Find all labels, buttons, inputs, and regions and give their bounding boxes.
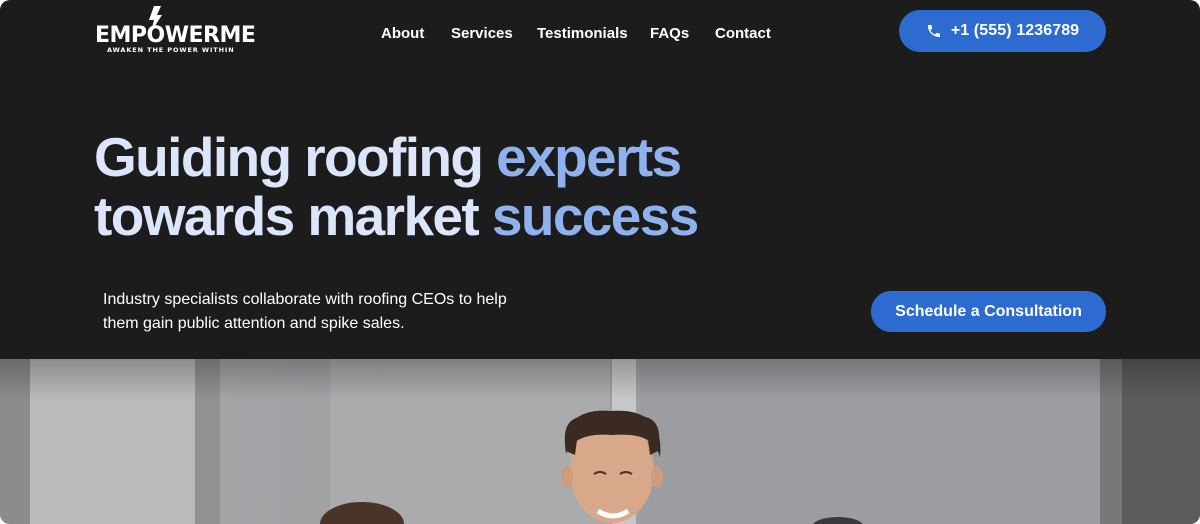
hero-title: Guiding roofing experts towards market s… — [94, 128, 854, 246]
hero-title-text: towards market — [94, 185, 492, 247]
logo-tagline: AWAKEN THE POWER WITHIN — [107, 46, 235, 54]
nav-link-testimonials[interactable]: Testimonials — [537, 24, 628, 44]
nav-link-services[interactable]: Services — [451, 24, 513, 44]
hero-title-line-2: towards market success — [94, 187, 854, 246]
lightning-bolt-icon — [149, 6, 162, 32]
phone-button[interactable]: +1 (555) 1236789 — [899, 10, 1106, 52]
schedule-consultation-button[interactable]: Schedule a Consultation — [871, 291, 1106, 332]
office-team-photo — [0, 359, 1200, 524]
hero-description: Industry specialists collaborate with ro… — [103, 291, 507, 332]
hero-title-line-1: Guiding roofing experts — [94, 128, 854, 187]
phone-number: +1 (555) 1236789 — [950, 22, 1080, 39]
page: EMPOWERME AWAKEN THE POWER WITHIN About … — [0, 0, 1200, 524]
logo[interactable]: EMPOWERME AWAKEN THE POWER WITHIN — [95, 6, 256, 58]
hero-title-highlight: success — [491, 185, 700, 247]
hero-title-highlight: experts — [496, 126, 682, 188]
logo-wordmark: EMPOWERME — [95, 23, 256, 48]
hero-title-text: Guiding roofing — [94, 126, 497, 188]
nav-link-about[interactable]: About — [381, 24, 424, 44]
nav-link-contact[interactable]: Contact — [715, 24, 771, 44]
phone-icon — [927, 25, 940, 37]
hero-photo — [0, 359, 1200, 524]
nav-link-faqs[interactable]: FAQs — [650, 24, 689, 44]
